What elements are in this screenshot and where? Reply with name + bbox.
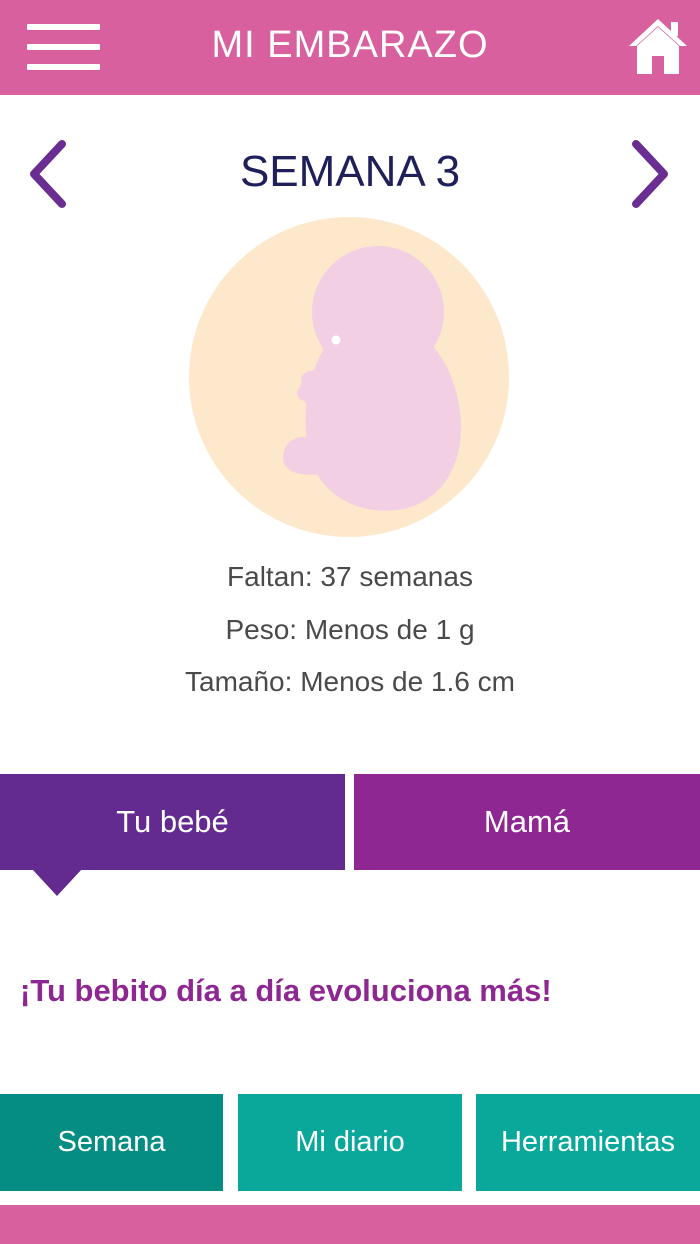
hamburger-line — [27, 64, 100, 70]
week-title: SEMANA 3 — [239, 147, 461, 196]
app-title: MI EMBARAZO — [211, 24, 489, 66]
next-week-button[interactable] — [630, 138, 672, 210]
home-button[interactable] — [627, 16, 689, 76]
bottom-tab-herramientas[interactable]: Herramientas — [476, 1094, 700, 1191]
chevron-left-icon — [30, 140, 66, 208]
baby-size: Tamaño: Menos de 1.6 cm — [185, 666, 515, 697]
footer-bar — [0, 1205, 700, 1244]
baby-weight: Peso: Menos de 1 g — [225, 614, 475, 645]
content-headline: ¡Tu bebito día a día evoluciona más! — [20, 973, 552, 1008]
bottom-tab-semana[interactable]: Semana — [0, 1094, 223, 1191]
tab-baby[interactable]: Tu bebé — [0, 774, 345, 870]
active-tab-pointer — [32, 869, 82, 896]
bottom-tab-diario[interactable]: Mi diario — [238, 1094, 462, 1191]
previous-week-button[interactable] — [26, 138, 68, 210]
hamburger-line — [27, 44, 100, 50]
chevron-right-icon — [632, 140, 668, 208]
hamburger-menu-icon — [27, 24, 100, 30]
menu-button[interactable] — [27, 24, 100, 70]
home-icon — [629, 19, 687, 74]
weeks-remaining: Faltan: 37 semanas — [227, 561, 473, 592]
fetus-illustration — [188, 217, 510, 537]
tab-mom[interactable]: Mamá — [354, 774, 700, 870]
app-header: MI EMBARAZO — [0, 0, 700, 95]
